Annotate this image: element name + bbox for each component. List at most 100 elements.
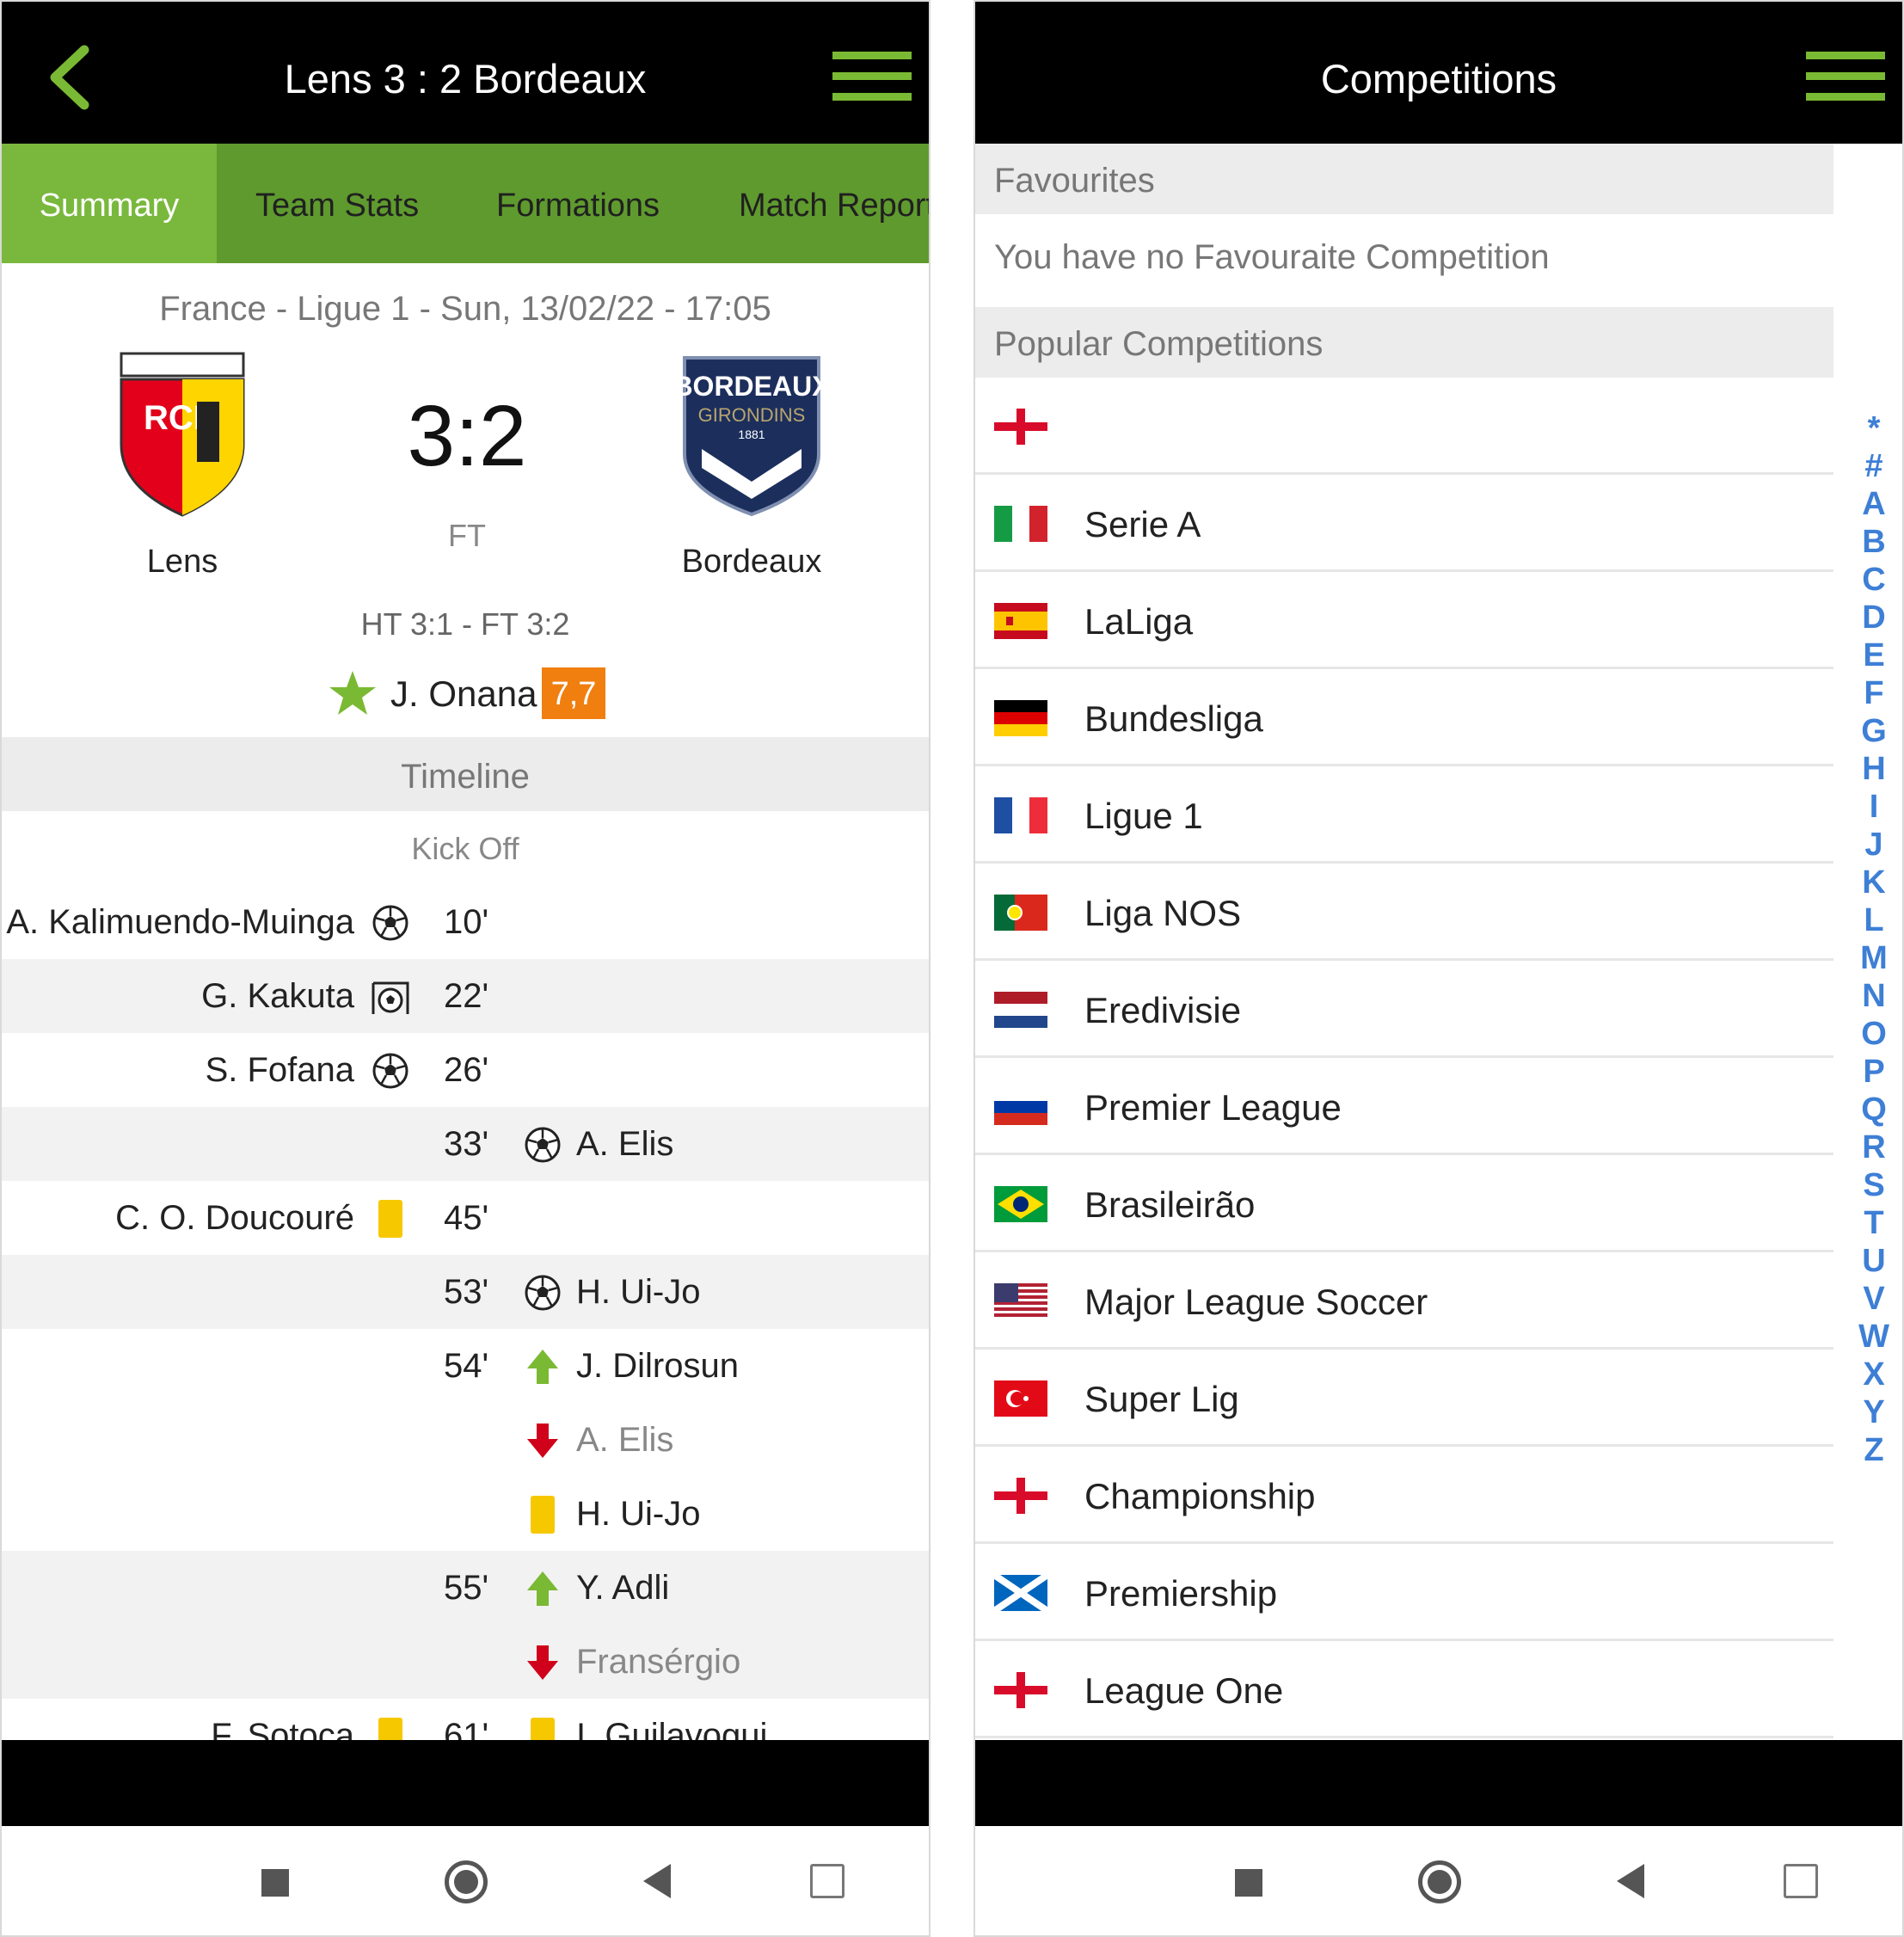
tab-formations[interactable]: Formations [496,144,660,263]
half-full-time-score: HT 3:1 - FT 3:2 [360,606,570,642]
rating-badge: 7,7 [542,667,605,719]
brazil-flag-icon [994,1186,1047,1222]
competition-item[interactable]: LaLiga [975,572,1833,669]
index-letter[interactable]: O [1852,1015,1895,1053]
portugal-flag-icon [994,895,1047,931]
back-nav-icon[interactable] [643,1864,671,1898]
away-player-name[interactable]: Fransérgio [576,1625,740,1699]
home-team-crest[interactable]: RCL [118,350,247,518]
competition-item[interactable]: Brasileirão [975,1155,1833,1252]
back-nav-icon[interactable] [1617,1864,1644,1898]
tab-team-stats[interactable]: Team Stats [255,144,419,263]
tab-match-report[interactable]: Match Report [739,144,929,263]
away-player-name[interactable]: A. Elis [576,1403,673,1477]
home-player-name[interactable]: A. Kalimuendo-Muinga [6,885,354,959]
recent-apps-icon[interactable] [261,1869,289,1897]
competition-item[interactable]: Championship [975,1447,1833,1544]
index-letter[interactable]: C [1852,561,1895,599]
competition-item[interactable] [975,378,1833,475]
timeline-row: Fransérgio [2,1625,929,1699]
tab-summary[interactable]: Summary [2,144,217,263]
away-player-name[interactable]: H. Ui-Jo [576,1477,700,1551]
rotate-icon[interactable] [1784,1864,1818,1898]
index-letter[interactable]: W [1852,1318,1895,1356]
popular-header: Popular Competitions [975,307,1833,378]
competition-name: Premiership [1084,1573,1278,1614]
index-letter[interactable]: H [1852,750,1895,788]
competition-item[interactable]: Serie A [975,475,1833,572]
timeline-row: A. Kalimuendo-Muinga 10' [2,885,929,959]
index-letter[interactable]: V [1852,1280,1895,1318]
index-letter[interactable]: X [1852,1356,1895,1393]
index-letter[interactable]: D [1852,599,1895,636]
index-letter[interactable]: # [1852,447,1895,485]
competition-item[interactable]: Premiership [975,1544,1833,1641]
alphabet-index[interactable]: * # A B C D E F G H I J K L M N O P Q R S T U V W X Y Z [1852,409,1895,1469]
tab-bar: Summary Team Stats Formations Match Repo… [2,144,929,263]
competition-item[interactable]: Eredivisie [975,961,1833,1058]
competition-name: Super Lig [1084,1379,1239,1419]
competition-item[interactable]: League One [975,1641,1833,1738]
away-player-name[interactable]: A. Elis [576,1107,673,1181]
home-player-name[interactable]: C. O. Doucouré [115,1181,354,1255]
england-flag-icon [994,1478,1047,1514]
usa-flag-icon [994,1283,1047,1319]
menu-icon[interactable] [1806,52,1885,103]
england-flag-icon [994,1672,1047,1708]
index-letter[interactable]: I [1852,788,1895,826]
index-letter[interactable]: A [1852,485,1895,523]
index-letter[interactable]: P [1852,1053,1895,1091]
competition-item[interactable]: Ligue 1 [975,766,1833,864]
competition-item[interactable]: Super Lig [975,1350,1833,1447]
event-minute: 55' [444,1569,489,1607]
home-player-name[interactable]: G. Kakuta [201,959,354,1033]
competition-name: Eredivisie [1084,990,1242,1030]
home-icon[interactable] [445,1860,488,1903]
index-letter[interactable]: N [1852,977,1895,1015]
home-team-name[interactable]: Lens [71,544,294,581]
index-letter[interactable]: Q [1852,1091,1895,1128]
index-letter[interactable]: Y [1852,1393,1895,1431]
menu-icon[interactable] [832,52,912,103]
index-letter[interactable]: M [1852,939,1895,977]
ball-icon [525,1275,561,1311]
competition-item[interactable]: Liga NOS [975,864,1833,961]
index-letter[interactable]: K [1852,864,1895,901]
index-letter[interactable]: G [1852,712,1895,750]
away-team-crest[interactable]: BORDEAUX GIRONDINS 1881 [679,353,824,518]
index-letter[interactable]: U [1852,1242,1895,1280]
index-letter[interactable]: E [1852,636,1895,674]
index-letter[interactable]: Z [1852,1431,1895,1469]
index-letter[interactable]: * [1852,409,1895,447]
netherlands-flag-icon [994,992,1047,1028]
competition-item[interactable]: Premier League [975,1058,1833,1155]
man-of-the-match[interactable]: J. Onana 7,7 [2,664,929,724]
competition-name: Ligue 1 [1084,796,1203,836]
ball-icon [372,1053,408,1089]
away-player-name[interactable]: J. Dilrosun [576,1329,739,1403]
index-letter[interactable]: L [1852,901,1895,939]
index-letter[interactable]: F [1852,674,1895,712]
competition-item[interactable]: Bundesliga [975,669,1833,766]
timeline-row: A. Elis [2,1403,929,1477]
index-letter[interactable]: R [1852,1128,1895,1166]
timeline-row: S. Fofana 26' [2,1033,929,1107]
match-score: 3:2 [407,388,527,484]
competition-item[interactable]: Major League Soccer [975,1252,1833,1350]
index-letter[interactable]: T [1852,1204,1895,1242]
recent-apps-icon[interactable] [1235,1869,1262,1897]
index-letter[interactable]: J [1852,826,1895,864]
home-player-name[interactable]: S. Fofana [206,1033,354,1107]
event-minute: 10' [444,903,489,941]
system-nav-bar [975,1826,1902,1935]
match-status: FT [448,518,486,553]
rotate-icon[interactable] [810,1864,845,1898]
index-letter[interactable]: B [1852,523,1895,561]
home-icon[interactable] [1418,1860,1461,1903]
away-team-name[interactable]: Bordeaux [640,544,863,581]
competition-name: Major League Soccer [1084,1282,1428,1322]
away-player-name[interactable]: H. Ui-Jo [576,1255,700,1329]
away-player-name[interactable]: Y. Adli [576,1551,669,1625]
index-letter[interactable]: S [1852,1166,1895,1204]
russia-flag-icon [994,1089,1047,1125]
